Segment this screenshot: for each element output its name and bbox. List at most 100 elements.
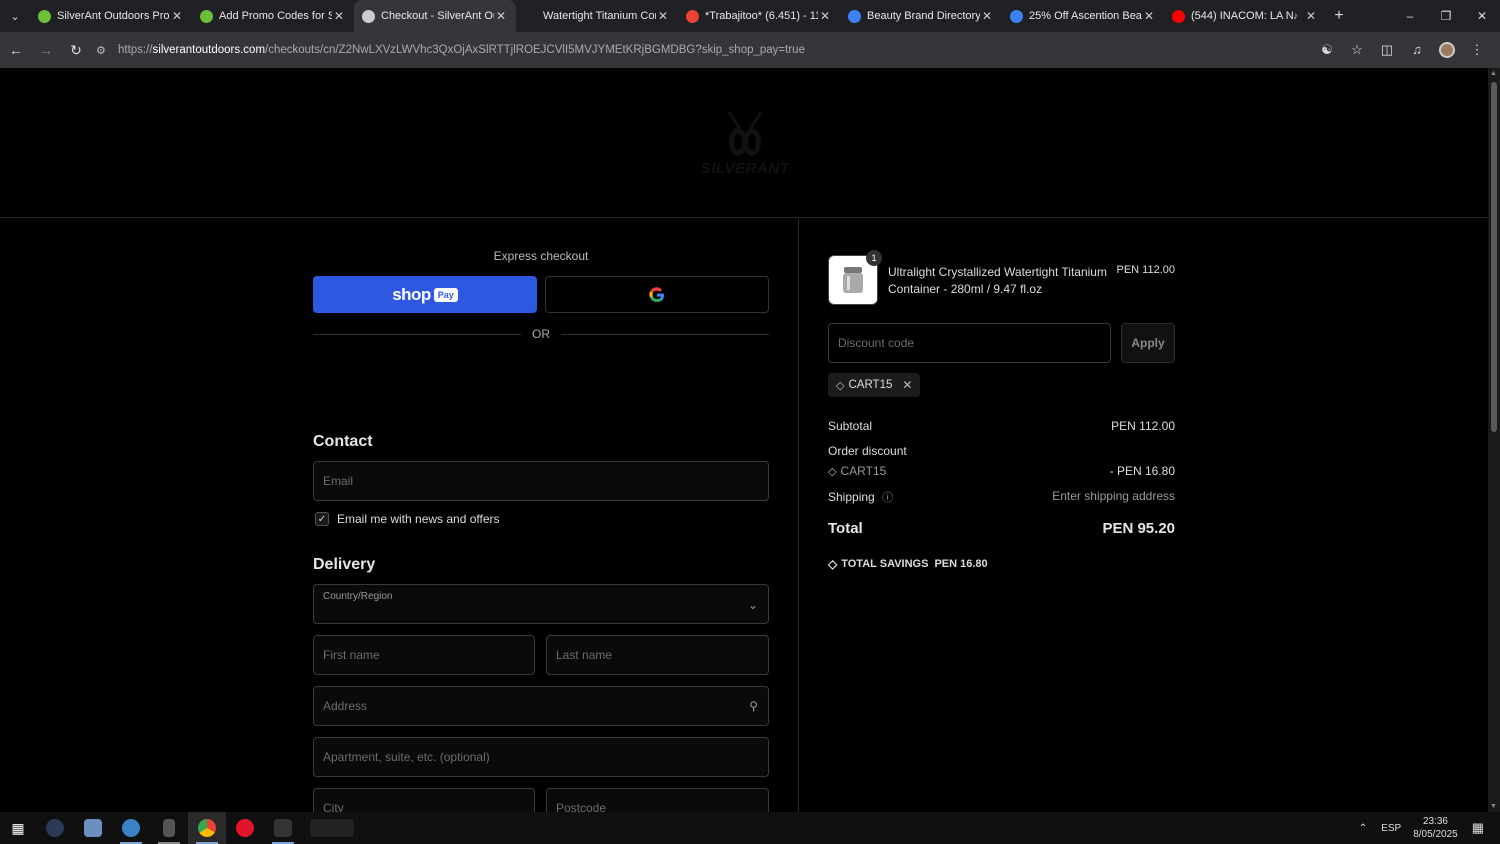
taskbar-app-opera-icon[interactable]	[226, 812, 264, 844]
browser-tab[interactable]: Checkout - SilverAnt Out ✕	[354, 0, 516, 32]
window-controls: – ❐ ✕	[1392, 0, 1500, 32]
minimize-icon[interactable]: –	[1392, 0, 1428, 32]
bookmark-star-icon[interactable]: ☆	[1342, 42, 1372, 58]
email-input[interactable]	[323, 474, 768, 488]
tab-title: (544) INACOM: LA NU	[1191, 10, 1293, 22]
browser-chrome: ⌄ SilverAnt Outdoors Prom ✕ Add Promo Code…	[0, 0, 1500, 68]
taskbar-app-gray-icon[interactable]	[264, 812, 302, 844]
savings-label: TOTAL SAVINGS	[841, 558, 929, 570]
tab-title: Beauty Brand Directory -	[867, 10, 980, 22]
extensions-icon[interactable]: ◫	[1372, 42, 1402, 58]
tab-close-icon[interactable]: ✕	[656, 9, 670, 23]
page-scrollbar[interactable]: ▲ ▼	[1488, 68, 1500, 812]
titanium-container-icon	[843, 267, 863, 293]
country-select[interactable]: Country/Region ⌄	[313, 584, 769, 624]
taskbar-app-pen-icon[interactable]	[150, 812, 188, 844]
scroll-up-icon[interactable]: ▲	[1490, 70, 1497, 77]
google-pay-button[interactable]	[545, 276, 769, 313]
gmail-icon	[686, 9, 699, 23]
discount-code-label: CART15	[840, 464, 887, 478]
apply-discount-button[interactable]: Apply	[1121, 323, 1175, 363]
media-control-icon[interactable]: ♫	[1402, 42, 1432, 58]
url-field[interactable]: ⚙ https://silverantoutdoors.com/checkout…	[96, 37, 1312, 63]
store-header: SILVERANT	[0, 68, 1488, 218]
browser-tab[interactable]: Watertight Titanium Cont ✕	[516, 0, 678, 32]
country-label: Country/Region	[323, 591, 393, 602]
browser-tab[interactable]: 25% Off Ascention Beauty✕	[1002, 0, 1164, 32]
postcode-field[interactable]	[546, 788, 769, 812]
newsletter-checkbox-row[interactable]: ✓ Email me with news and offers	[313, 512, 500, 526]
shipping-help-icon[interactable]: ⓘ	[882, 492, 893, 504]
browser-tab[interactable]: Beauty Brand Directory - ✕	[840, 0, 1002, 32]
new-tab-button[interactable]: +	[1326, 7, 1352, 25]
shipping-value: Enter shipping address	[1052, 489, 1175, 503]
logo-text: SILVERANT	[700, 160, 790, 177]
forward-icon[interactable]: →	[32, 36, 60, 64]
newsletter-checkbox[interactable]: ✓	[315, 512, 329, 526]
first-name-field[interactable]	[313, 635, 535, 675]
tab-search-icon[interactable]: ⌄	[0, 0, 30, 32]
clock[interactable]: 23:36 8/05/2025	[1413, 815, 1458, 841]
tab-title: SilverAnt Outdoors Prom	[57, 10, 170, 22]
translate-icon[interactable]: ☯	[1312, 42, 1342, 58]
remove-code-icon[interactable]: ✕	[902, 378, 912, 392]
scrollbar-thumb[interactable]	[1491, 82, 1497, 432]
address-field[interactable]: ⚲	[313, 686, 769, 726]
first-name-input[interactable]	[323, 648, 534, 662]
tray-expand-icon[interactable]: ⌃	[1359, 823, 1367, 834]
browser-tab[interactable]: Add Promo Codes for Silv✕	[192, 0, 354, 32]
clock-date: 8/05/2025	[1413, 829, 1458, 840]
applied-code-chip: ◇ CART15 ✕	[828, 373, 921, 397]
email-field[interactable]	[313, 461, 769, 501]
taskbar-app-chrome-icon[interactable]	[188, 812, 226, 844]
language-indicator[interactable]: ESP	[1381, 823, 1401, 834]
tab-close-icon[interactable]: ✕	[332, 9, 346, 23]
scroll-down-icon[interactable]: ▼	[1490, 803, 1497, 810]
apartment-input[interactable]	[323, 750, 768, 764]
last-name-field[interactable]	[546, 635, 769, 675]
shop-pay-button[interactable]: shop Pay	[313, 276, 537, 313]
browser-tab[interactable]: (544) INACOM: LA NU ♪ ✕	[1164, 0, 1326, 32]
order-discount-label: Order discount	[828, 444, 907, 458]
taskbar-app-ie-icon[interactable]	[112, 812, 150, 844]
tab-close-icon[interactable]: ✕	[494, 9, 508, 23]
site-info-icon[interactable]: ⚙	[96, 44, 118, 57]
blue-app-icon	[848, 9, 861, 23]
apartment-field[interactable]	[313, 737, 769, 777]
discount-code-input[interactable]	[838, 336, 1110, 350]
column-divider	[798, 219, 799, 812]
tab-close-icon[interactable]: ✕	[1142, 9, 1156, 23]
tab-audio-icon[interactable]: ♪	[1293, 11, 1298, 22]
taskbar-app-cursor-icon[interactable]	[36, 812, 74, 844]
tab-close-icon[interactable]: ✕	[1304, 9, 1318, 23]
tab-close-icon[interactable]: ✕	[818, 9, 832, 23]
product-price: PEN 112.00	[1116, 264, 1175, 276]
close-window-icon[interactable]: ✕	[1464, 0, 1500, 32]
discount-code-field[interactable]	[828, 323, 1111, 363]
last-name-input[interactable]	[556, 648, 768, 662]
taskbar-app-blank-icon[interactable]	[302, 812, 362, 844]
back-icon[interactable]: ←	[2, 36, 30, 64]
youtube-icon	[1172, 9, 1185, 23]
subtotal-value: PEN 112.00	[1111, 419, 1175, 433]
more-menu-icon[interactable]: ⋮	[1462, 42, 1492, 58]
tab-close-icon[interactable]: ✕	[170, 9, 184, 23]
restore-icon[interactable]: ❐	[1428, 0, 1464, 32]
windows-taskbar: ▦ ⌃ ESP 23:36 8/05/2025 ▦	[0, 812, 1500, 844]
tab-title: Checkout - SilverAnt Out	[381, 10, 494, 22]
browser-tab[interactable]: SilverAnt Outdoors Prom ✕	[30, 0, 192, 32]
address-input[interactable]	[323, 699, 768, 713]
notification-icon[interactable]: ▦	[1472, 820, 1484, 836]
profile-avatar-icon[interactable]	[1432, 42, 1462, 58]
windows-start-icon[interactable]: ▦	[0, 820, 36, 837]
address-bar: ← → ↻ ⚙ https://silverantoutdoors.com/ch…	[0, 32, 1500, 68]
silverant-logo[interactable]: SILVERANT	[693, 110, 797, 180]
applied-code-label: CART15	[848, 379, 893, 391]
reload-icon[interactable]: ↻	[62, 36, 90, 64]
postcode-input[interactable]	[556, 801, 768, 812]
city-input[interactable]	[323, 801, 534, 812]
browser-tab[interactable]: *Trabajitoo* (6.451) - 111 ✕	[678, 0, 840, 32]
tab-close-icon[interactable]: ✕	[980, 9, 994, 23]
city-field[interactable]	[313, 788, 535, 812]
taskbar-app-monitor-icon[interactable]	[74, 812, 112, 844]
